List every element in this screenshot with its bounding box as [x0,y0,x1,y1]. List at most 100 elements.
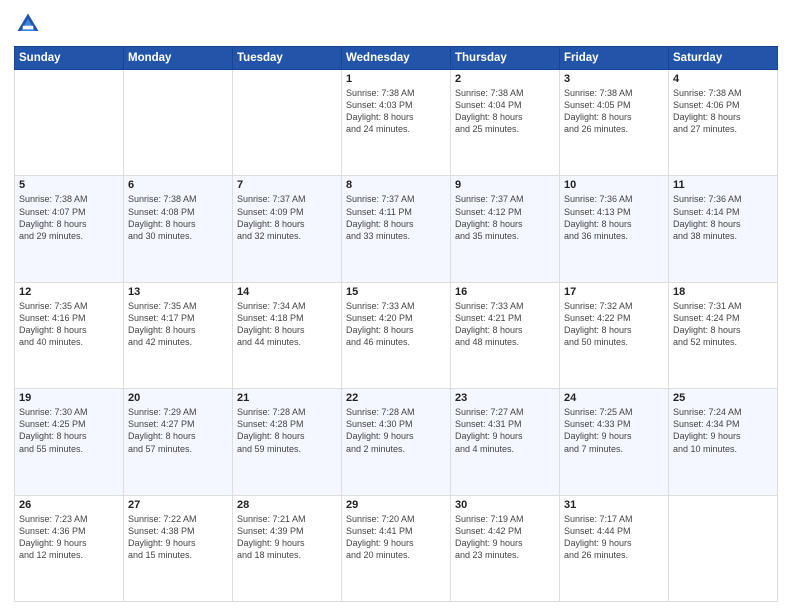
day-info: Sunrise: 7:20 AM Sunset: 4:41 PM Dayligh… [346,513,446,562]
calendar-cell: 29 Sunrise: 7:20 AM Sunset: 4:41 PM Dayli… [342,495,451,601]
calendar-cell: 17 Sunrise: 7:32 AM Sunset: 4:22 PM Dayli… [560,282,669,388]
weekday-header-row: SundayMondayTuesdayWednesdayThursdayFrid… [15,47,778,70]
day-info: Sunrise: 7:36 AM Sunset: 4:13 PM Dayligh… [564,193,664,242]
weekday-header-sunday: Sunday [15,47,124,70]
day-info: Sunrise: 7:38 AM Sunset: 4:05 PM Dayligh… [564,87,664,136]
calendar-cell [15,70,124,176]
day-number: 4 [673,73,773,85]
weekday-header-wednesday: Wednesday [342,47,451,70]
day-number: 13 [128,286,228,298]
day-number: 2 [455,73,555,85]
day-info: Sunrise: 7:38 AM Sunset: 4:07 PM Dayligh… [19,193,119,242]
calendar-cell: 11 Sunrise: 7:36 AM Sunset: 4:14 PM Dayli… [669,176,778,282]
calendar-cell: 16Sunrise: 7:33 AM Sunset: 4:21 PM Dayli… [451,282,560,388]
day-number: 18 [673,286,773,298]
calendar-cell: 26 Sunrise: 7:23 AM Sunset: 4:36 PM Dayli… [15,495,124,601]
day-info: Sunrise: 7:21 AM Sunset: 4:39 PM Dayligh… [237,513,337,562]
weekday-header-tuesday: Tuesday [233,47,342,70]
day-number: 17 [564,286,664,298]
logo-icon [14,10,42,38]
day-number: 10 [564,179,664,191]
weekday-header-thursday: Thursday [451,47,560,70]
calendar-week-row: 5 Sunrise: 7:38 AM Sunset: 4:07 PM Daylig… [15,176,778,282]
calendar-week-row: 1 Sunrise: 7:38 AM Sunset: 4:03 PM Daylig… [15,70,778,176]
weekday-header-saturday: Saturday [669,47,778,70]
calendar-cell [669,495,778,601]
calendar-cell: 12 Sunrise: 7:35 AM Sunset: 4:16 PM Dayli… [15,282,124,388]
day-info: Sunrise: 7:25 AM Sunset: 4:33 PM Dayligh… [564,406,664,455]
day-info: Sunrise: 7:24 AM Sunset: 4:34 PM Dayligh… [673,406,773,455]
calendar-cell: 25 Sunrise: 7:24 AM Sunset: 4:34 PM Dayli… [669,389,778,495]
calendar-week-row: 19Sunrise: 7:30 AM Sunset: 4:25 PM Dayli… [15,389,778,495]
calendar-cell: 21 Sunrise: 7:28 AM Sunset: 4:28 PM Dayli… [233,389,342,495]
calendar-cell: 19Sunrise: 7:30 AM Sunset: 4:25 PM Dayli… [15,389,124,495]
day-info: Sunrise: 7:35 AM Sunset: 4:17 PM Dayligh… [128,300,228,349]
day-number: 11 [673,179,773,191]
day-number: 7 [237,179,337,191]
calendar-cell: 30 Sunrise: 7:19 AM Sunset: 4:42 PM Dayli… [451,495,560,601]
day-info: Sunrise: 7:35 AM Sunset: 4:16 PM Dayligh… [19,300,119,349]
day-number: 29 [346,499,446,511]
day-info: Sunrise: 7:37 AM Sunset: 4:11 PM Dayligh… [346,193,446,242]
calendar-week-row: 26 Sunrise: 7:23 AM Sunset: 4:36 PM Dayli… [15,495,778,601]
calendar-week-row: 12 Sunrise: 7:35 AM Sunset: 4:16 PM Dayli… [15,282,778,388]
day-info: Sunrise: 7:29 AM Sunset: 4:27 PM Dayligh… [128,406,228,455]
day-number: 30 [455,499,555,511]
calendar-cell: 24 Sunrise: 7:25 AM Sunset: 4:33 PM Dayli… [560,389,669,495]
day-info: Sunrise: 7:22 AM Sunset: 4:38 PM Dayligh… [128,513,228,562]
day-number: 21 [237,392,337,404]
calendar-cell: 20 Sunrise: 7:29 AM Sunset: 4:27 PM Dayli… [124,389,233,495]
calendar-cell: 3 Sunrise: 7:38 AM Sunset: 4:05 PM Daylig… [560,70,669,176]
day-info: Sunrise: 7:32 AM Sunset: 4:22 PM Dayligh… [564,300,664,349]
day-number: 9 [455,179,555,191]
day-number: 25 [673,392,773,404]
day-number: 27 [128,499,228,511]
calendar-cell: 4 Sunrise: 7:38 AM Sunset: 4:06 PM Daylig… [669,70,778,176]
header [14,10,778,38]
calendar-cell: 31Sunrise: 7:17 AM Sunset: 4:44 PM Dayli… [560,495,669,601]
day-info: Sunrise: 7:38 AM Sunset: 4:03 PM Dayligh… [346,87,446,136]
day-info: Sunrise: 7:28 AM Sunset: 4:28 PM Dayligh… [237,406,337,455]
day-info: Sunrise: 7:30 AM Sunset: 4:25 PM Dayligh… [19,406,119,455]
calendar-cell: 15 Sunrise: 7:33 AM Sunset: 4:20 PM Dayli… [342,282,451,388]
calendar-cell: 2 Sunrise: 7:38 AM Sunset: 4:04 PM Daylig… [451,70,560,176]
day-number: 20 [128,392,228,404]
day-number: 22 [346,392,446,404]
calendar-cell: 7 Sunrise: 7:37 AM Sunset: 4:09 PM Daylig… [233,176,342,282]
day-info: Sunrise: 7:33 AM Sunset: 4:20 PM Dayligh… [346,300,446,349]
day-number: 1 [346,73,446,85]
day-info: Sunrise: 7:23 AM Sunset: 4:36 PM Dayligh… [19,513,119,562]
calendar-cell: 6Sunrise: 7:38 AM Sunset: 4:08 PM Daylig… [124,176,233,282]
day-number: 24 [564,392,664,404]
calendar-cell: 27 Sunrise: 7:22 AM Sunset: 4:38 PM Dayli… [124,495,233,601]
logo [14,10,46,38]
day-number: 6 [128,179,228,191]
day-number: 8 [346,179,446,191]
day-info: Sunrise: 7:31 AM Sunset: 4:24 PM Dayligh… [673,300,773,349]
day-number: 15 [346,286,446,298]
page-container: SundayMondayTuesdayWednesdayThursdayFrid… [0,0,792,612]
calendar-cell: 18 Sunrise: 7:31 AM Sunset: 4:24 PM Dayli… [669,282,778,388]
day-info: Sunrise: 7:38 AM Sunset: 4:06 PM Dayligh… [673,87,773,136]
day-number: 23 [455,392,555,404]
day-number: 12 [19,286,119,298]
day-info: Sunrise: 7:38 AM Sunset: 4:04 PM Dayligh… [455,87,555,136]
calendar-cell: 13 Sunrise: 7:35 AM Sunset: 4:17 PM Dayli… [124,282,233,388]
day-info: Sunrise: 7:37 AM Sunset: 4:09 PM Dayligh… [237,193,337,242]
day-number: 26 [19,499,119,511]
day-number: 31 [564,499,664,511]
day-number: 3 [564,73,664,85]
day-number: 5 [19,179,119,191]
day-info: Sunrise: 7:28 AM Sunset: 4:30 PM Dayligh… [346,406,446,455]
day-info: Sunrise: 7:36 AM Sunset: 4:14 PM Dayligh… [673,193,773,242]
calendar-cell: 8 Sunrise: 7:37 AM Sunset: 4:11 PM Daylig… [342,176,451,282]
calendar-cell [124,70,233,176]
day-info: Sunrise: 7:27 AM Sunset: 4:31 PM Dayligh… [455,406,555,455]
day-info: Sunrise: 7:33 AM Sunset: 4:21 PM Dayligh… [455,300,555,349]
day-info: Sunrise: 7:19 AM Sunset: 4:42 PM Dayligh… [455,513,555,562]
calendar-cell: 9Sunrise: 7:37 AM Sunset: 4:12 PM Daylig… [451,176,560,282]
calendar-cell: 10 Sunrise: 7:36 AM Sunset: 4:13 PM Dayli… [560,176,669,282]
calendar-cell: 23 Sunrise: 7:27 AM Sunset: 4:31 PM Dayli… [451,389,560,495]
calendar-cell [233,70,342,176]
calendar-cell: 28Sunrise: 7:21 AM Sunset: 4:39 PM Dayli… [233,495,342,601]
